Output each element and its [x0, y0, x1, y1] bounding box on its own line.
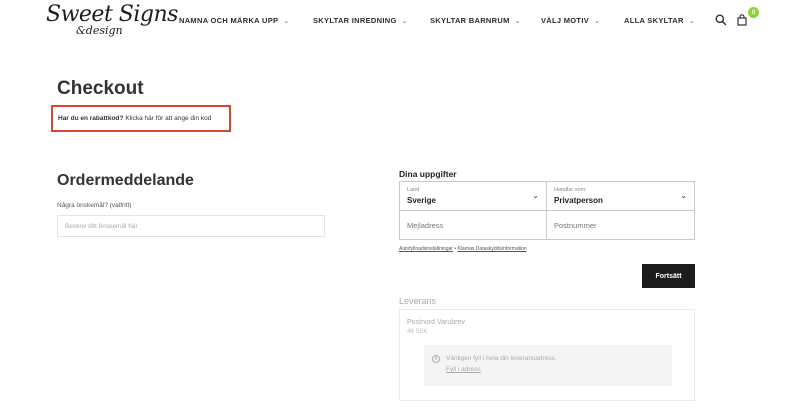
continue-button[interactable]: Fortsätt [642, 264, 695, 288]
customer-type-value: Privatperson [554, 196, 603, 205]
nav-label: SKYLTAR BARNRUM [430, 16, 510, 25]
delivery-method-price: 49 SEK [407, 329, 428, 335]
search-icon[interactable] [714, 13, 728, 27]
page-title: Checkout [57, 78, 144, 99]
coupon-notice: Har du en rabattkod? Klicka här för att … [51, 105, 231, 132]
address-notice-text: Vänligen fyll i hela din leveransadress. [446, 355, 557, 362]
link-separator: • [454, 246, 457, 252]
coupon-question: Har du en rabattkod? [58, 115, 124, 122]
chevron-down-icon: ⌄ [688, 17, 695, 25]
coupon-link[interactable]: Klicka här för att ange din kod [125, 115, 211, 122]
info-icon: i [432, 355, 440, 363]
nav-label: ALLA SKYLTAR [624, 16, 684, 25]
details-title: Dina uppgifter [399, 169, 457, 179]
order-note-label: Några önskemål? (valfritt) [57, 202, 132, 209]
klarna-links: Autofyllnadsinställningar • Klarnas Data… [399, 246, 527, 252]
email-placeholder: Mejladress [407, 221, 444, 230]
bag-icon[interactable] [735, 13, 749, 27]
postcode-field[interactable]: Postnummer [546, 210, 695, 240]
delivery-title: Leverans [399, 296, 437, 306]
order-note-title: Ordermeddelande [57, 172, 194, 189]
chevron-down-icon: ⌄ [680, 191, 687, 200]
fill-address-link[interactable]: Fyll i adress [446, 366, 481, 373]
autofill-settings-link[interactable]: Autofyllnadsinställningar [399, 246, 453, 252]
nav-item-valj-motiv[interactable]: VÄLJ MOTIV ⌄ [541, 16, 600, 25]
nav-label: NAMNA OCH MÄRKA UPP [179, 16, 279, 25]
postcode-placeholder: Postnummer [554, 221, 597, 230]
cart-count-badge: 0 [748, 7, 759, 18]
customer-type-label: Handlar som: [554, 187, 587, 193]
logo-sub-text: &design [76, 24, 123, 37]
privacy-info-link[interactable]: Klarnas Dataskyddsinformation [457, 246, 526, 252]
order-note-input[interactable] [57, 215, 325, 237]
customer-type-select[interactable]: Handlar som: Privatperson ⌄ [546, 181, 695, 211]
chevron-down-icon: ⌄ [283, 17, 290, 25]
email-field[interactable]: Mejladress [399, 210, 547, 240]
nav-label: VÄLJ MOTIV [541, 16, 590, 25]
country-select[interactable]: Land Sverige ⌄ [399, 181, 547, 211]
site-header: Sweet Signs &design NAMNA OCH MÄRKA UPP … [0, 0, 800, 44]
chevron-down-icon: ⌄ [401, 17, 408, 25]
chevron-down-icon: ⌄ [594, 17, 601, 25]
nav-item-inredning[interactable]: SKYLTAR INREDNING ⌄ [313, 16, 408, 25]
nav-label: SKYLTAR INREDNING [313, 16, 397, 25]
chevron-down-icon: ⌄ [514, 17, 521, 25]
chevron-down-icon: ⌄ [532, 191, 539, 200]
nav-item-namna[interactable]: NAMNA OCH MÄRKA UPP ⌄ [179, 16, 289, 25]
nav-item-barnrum[interactable]: SKYLTAR BARNRUM ⌄ [430, 16, 521, 25]
country-label: Land [407, 187, 420, 193]
country-value: Sverige [407, 196, 436, 205]
delivery-method-card[interactable]: Postnord Varubrev 49 SEK i Vänligen fyll… [399, 309, 695, 401]
nav-item-alla-skyltar[interactable]: ALLA SKYLTAR ⌄ [624, 16, 695, 25]
delivery-method-name: Postnord Varubrev [407, 319, 465, 326]
site-logo[interactable]: Sweet Signs &design [46, 2, 178, 40]
address-notice: i Vänligen fyll i hela din leveransadres… [424, 345, 672, 386]
